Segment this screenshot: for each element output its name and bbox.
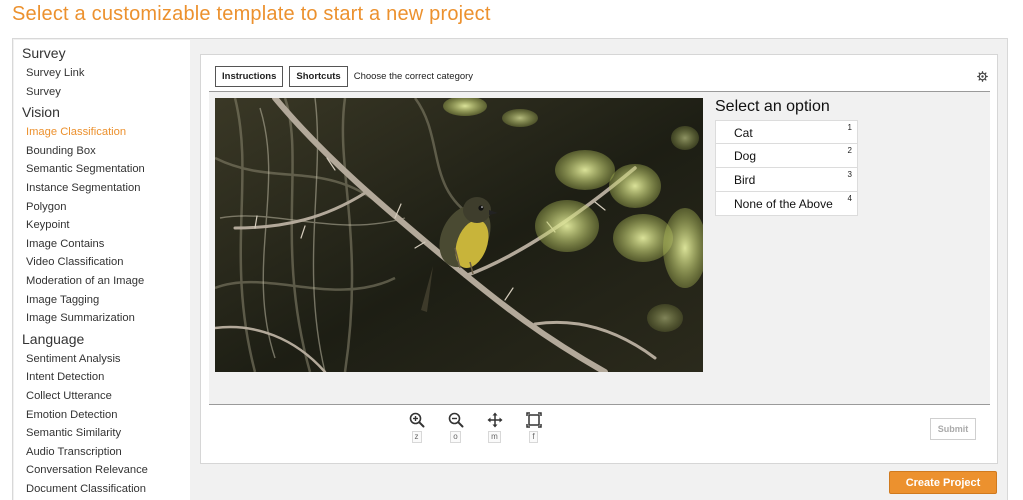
sidebar-item-image-tagging[interactable]: Image Tagging: [14, 291, 190, 310]
create-project-button[interactable]: Create Project: [889, 471, 997, 494]
category-heading-survey: Survey: [22, 45, 66, 61]
zoom-in-tool[interactable]: z: [397, 412, 436, 443]
sidebar-item-semantic-segmentation[interactable]: Semantic Segmentation: [14, 160, 190, 179]
fit-screen-icon[interactable]: [525, 412, 542, 428]
zoom-in-icon[interactable]: [409, 412, 425, 428]
sidebar-item-survey[interactable]: Survey: [14, 83, 190, 102]
zoom-out-tool[interactable]: o: [436, 412, 475, 443]
image-tools: z o m f: [397, 412, 553, 443]
sidebar-item-sentiment-analysis[interactable]: Sentiment Analysis: [14, 350, 190, 369]
sidebar-item-emotion-detection[interactable]: Emotion Detection: [14, 406, 190, 425]
option-bird[interactable]: Bird 3: [715, 168, 858, 192]
instructions-button[interactable]: Instructions: [215, 66, 284, 87]
sidebar-item-conversation-relevance[interactable]: Conversation Relevance: [14, 461, 190, 480]
sidebar-item-document-classification[interactable]: Document Classification: [14, 480, 190, 499]
move-tool[interactable]: m: [475, 412, 514, 443]
task-toolbar: Instructions Shortcuts Choose the correc…: [215, 66, 473, 87]
zoom-in-shortcut: z: [411, 431, 422, 443]
option-label: Cat: [734, 126, 753, 140]
option-none-of-the-above[interactable]: None of the Above 4: [715, 192, 858, 216]
bird-photo: [215, 98, 703, 372]
sidebar-item-collect-utterance[interactable]: Collect Utterance: [14, 387, 190, 406]
sidebar-item-video-classification[interactable]: Video Classification: [14, 253, 190, 272]
submit-button[interactable]: Submit: [930, 418, 976, 440]
task-image[interactable]: [215, 98, 703, 372]
option-list: Select an option Cat 1 Dog 2 Bird 3 None…: [715, 97, 875, 216]
option-shortcut-key: 3: [847, 170, 852, 179]
sidebar-item-survey-link[interactable]: Survey Link: [14, 64, 190, 83]
sidebar-item-bounding-box[interactable]: Bounding Box: [14, 142, 190, 161]
template-sidebar: Survey Survey Link Survey Vision Image C…: [14, 40, 190, 500]
sidebar-item-semantic-similarity[interactable]: Semantic Similarity: [14, 424, 190, 443]
sidebar-item-moderation-of-an-image[interactable]: Moderation of an Image: [14, 272, 190, 291]
category-heading-vision: Vision: [22, 104, 60, 121]
shortcuts-button[interactable]: Shortcuts: [289, 66, 348, 87]
option-label: None of the Above: [734, 197, 833, 211]
page-title: Select a customizable template to start …: [12, 3, 491, 25]
annotation-workspace: Select an option Cat 1 Dog 2 Bird 3 None…: [209, 91, 990, 405]
gear-icon[interactable]: [977, 71, 988, 82]
fit-screen-shortcut: f: [529, 431, 538, 443]
sidebar-item-image-summarization[interactable]: Image Summarization: [14, 309, 190, 328]
sidebar-item-audio-transcription[interactable]: Audio Transcription: [14, 443, 190, 462]
move-icon[interactable]: [487, 412, 503, 428]
sidebar-item-instance-segmentation[interactable]: Instance Segmentation: [14, 179, 190, 198]
task-prompt: Choose the correct category: [353, 71, 474, 82]
zoom-out-shortcut: o: [450, 431, 461, 443]
sidebar-item-image-contains[interactable]: Image Contains: [14, 235, 190, 254]
category-heading-language: Language: [22, 330, 85, 347]
option-shortcut-key: 2: [847, 146, 852, 155]
option-label: Dog: [734, 149, 757, 163]
sidebar-item-polygon[interactable]: Polygon: [14, 198, 190, 217]
sidebar-item-image-classification[interactable]: Image Classification: [14, 123, 190, 142]
option-dog[interactable]: Dog 2: [715, 144, 858, 168]
template-preview: Instructions Shortcuts Choose the correc…: [200, 54, 998, 464]
option-cat[interactable]: Cat 1: [715, 120, 858, 144]
sidebar-item-intent-detection[interactable]: Intent Detection: [14, 368, 190, 387]
option-shortcut-key: 4: [847, 194, 852, 203]
fit-screen-tool[interactable]: f: [514, 412, 553, 443]
sidebar-item-keypoint[interactable]: Keypoint: [14, 216, 190, 235]
zoom-out-icon[interactable]: [448, 412, 464, 428]
move-shortcut: m: [488, 431, 501, 443]
option-label: Bird: [734, 173, 756, 187]
template-picker: Survey Survey Link Survey Vision Image C…: [12, 38, 1008, 500]
option-shortcut-key: 1: [847, 123, 852, 132]
